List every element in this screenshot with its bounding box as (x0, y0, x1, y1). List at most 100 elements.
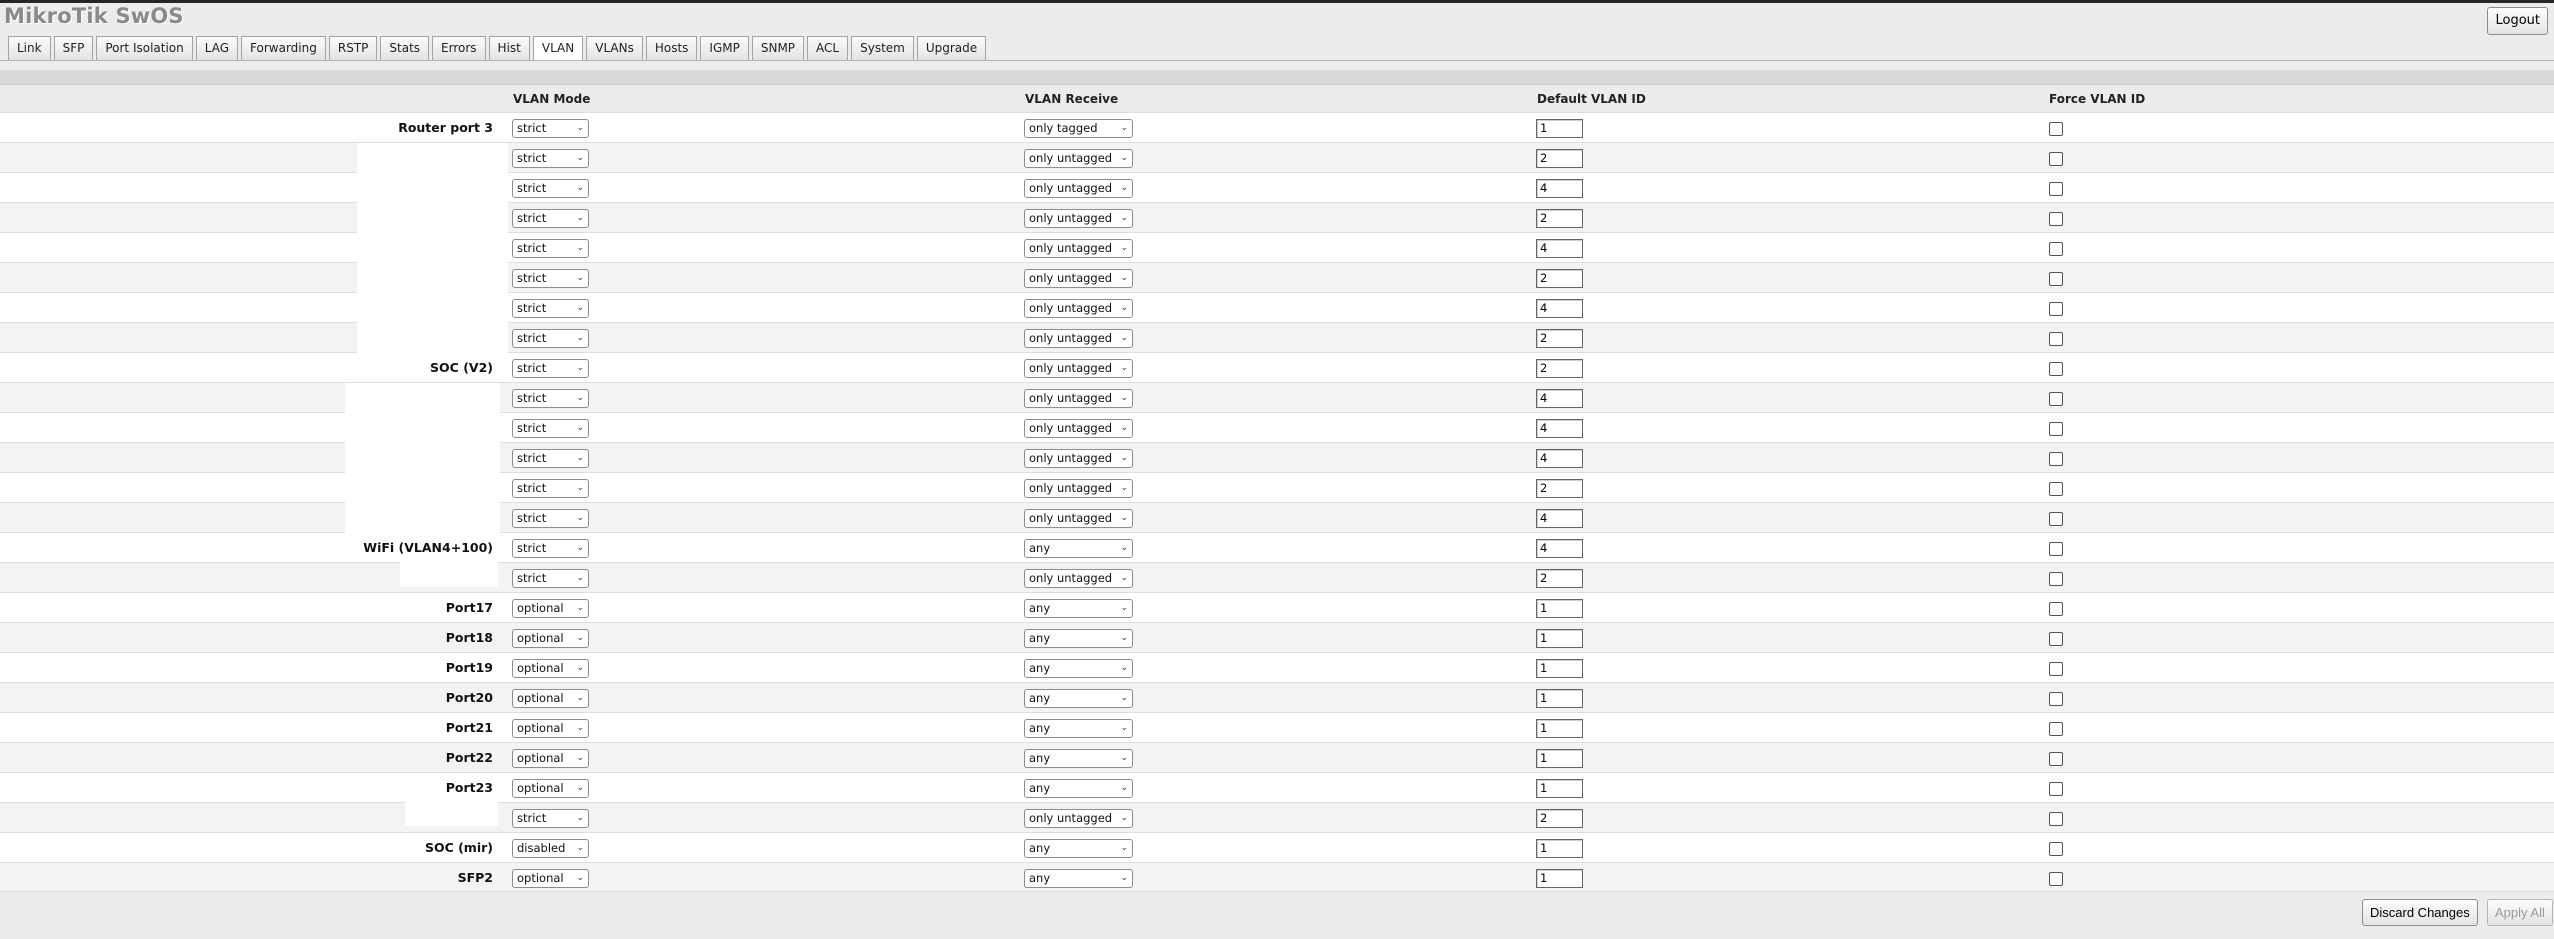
vlan-mode-select[interactable]: strict ⌄ (512, 299, 589, 318)
default-vlan-id-input[interactable]: 2 (1536, 359, 1583, 378)
tab-port-isolation[interactable]: Port Isolation (96, 36, 193, 60)
vlan-receive-select[interactable]: only untagged ⌄ (1024, 479, 1133, 498)
force-vlan-id-checkbox[interactable] (2049, 182, 2063, 196)
vlan-mode-select[interactable]: strict ⌄ (512, 809, 589, 828)
vlan-mode-select[interactable]: optional ⌄ (512, 869, 589, 888)
tab-rstp[interactable]: RSTP (328, 36, 378, 60)
vlan-receive-select[interactable]: only untagged ⌄ (1024, 269, 1133, 288)
default-vlan-id-input[interactable]: 1 (1536, 779, 1583, 798)
vlan-mode-select[interactable]: optional ⌄ (512, 659, 589, 678)
vlan-receive-select[interactable]: only untagged ⌄ (1024, 239, 1133, 258)
tab-errors[interactable]: Errors (432, 36, 486, 60)
default-vlan-id-input[interactable]: 1 (1536, 839, 1583, 858)
force-vlan-id-checkbox[interactable] (2049, 722, 2063, 736)
vlan-mode-select[interactable]: strict ⌄ (512, 359, 589, 378)
default-vlan-id-input[interactable]: 2 (1536, 149, 1583, 168)
force-vlan-id-checkbox[interactable] (2049, 872, 2063, 886)
vlan-mode-select[interactable]: strict ⌄ (512, 209, 589, 228)
tab-sfp[interactable]: SFP (53, 36, 94, 60)
vlan-receive-select[interactable]: only untagged ⌄ (1024, 569, 1133, 588)
vlan-receive-select[interactable]: only untagged ⌄ (1024, 359, 1133, 378)
default-vlan-id-input[interactable]: 4 (1536, 509, 1583, 528)
vlan-receive-select[interactable]: any ⌄ (1024, 749, 1133, 768)
vlan-mode-select[interactable]: optional ⌄ (512, 749, 589, 768)
default-vlan-id-input[interactable]: 1 (1536, 689, 1583, 708)
vlan-mode-select[interactable]: strict ⌄ (512, 269, 589, 288)
vlan-mode-select[interactable]: strict ⌄ (512, 119, 589, 138)
vlan-receive-select[interactable]: any ⌄ (1024, 869, 1133, 888)
default-vlan-id-input[interactable]: 1 (1536, 659, 1583, 678)
force-vlan-id-checkbox[interactable] (2049, 392, 2063, 406)
default-vlan-id-input[interactable]: 1 (1536, 119, 1583, 138)
vlan-mode-select[interactable]: strict ⌄ (512, 179, 589, 198)
vlan-receive-select[interactable]: only untagged ⌄ (1024, 299, 1133, 318)
force-vlan-id-checkbox[interactable] (2049, 572, 2063, 586)
default-vlan-id-input[interactable]: 4 (1536, 179, 1583, 198)
force-vlan-id-checkbox[interactable] (2049, 332, 2063, 346)
vlan-mode-select[interactable]: optional ⌄ (512, 779, 589, 798)
default-vlan-id-input[interactable]: 1 (1536, 869, 1583, 888)
tab-snmp[interactable]: SNMP (751, 36, 805, 60)
tab-vlans[interactable]: VLANs (586, 36, 643, 60)
force-vlan-id-checkbox[interactable] (2049, 812, 2063, 826)
force-vlan-id-checkbox[interactable] (2049, 122, 2063, 136)
vlan-mode-select[interactable]: optional ⌄ (512, 719, 589, 738)
force-vlan-id-checkbox[interactable] (2049, 512, 2063, 526)
tab-link[interactable]: Link (8, 36, 51, 60)
logout-button[interactable]: Logout (2487, 7, 2548, 35)
vlan-mode-select[interactable]: disabled ⌄ (512, 839, 589, 858)
tab-vlan[interactable]: VLAN (532, 36, 584, 60)
vlan-mode-select[interactable]: strict ⌄ (512, 329, 589, 348)
default-vlan-id-input[interactable]: 1 (1536, 749, 1583, 768)
vlan-receive-select[interactable]: only untagged ⌄ (1024, 209, 1133, 228)
tab-lag[interactable]: LAG (195, 36, 239, 60)
force-vlan-id-checkbox[interactable] (2049, 212, 2063, 226)
vlan-mode-select[interactable]: strict ⌄ (512, 569, 589, 588)
discard-changes-button[interactable]: Discard Changes (2362, 899, 2478, 926)
vlan-mode-select[interactable]: strict ⌄ (512, 449, 589, 468)
default-vlan-id-input[interactable]: 2 (1536, 269, 1583, 288)
vlan-receive-select[interactable]: any ⌄ (1024, 839, 1133, 858)
vlan-receive-select[interactable]: any ⌄ (1024, 779, 1133, 798)
default-vlan-id-input[interactable]: 1 (1536, 719, 1583, 738)
vlan-mode-select[interactable]: optional ⌄ (512, 689, 589, 708)
force-vlan-id-checkbox[interactable] (2049, 452, 2063, 466)
tab-hosts[interactable]: Hosts (645, 36, 698, 60)
vlan-receive-select[interactable]: only untagged ⌄ (1024, 329, 1133, 348)
vlan-mode-select[interactable]: strict ⌄ (512, 509, 589, 528)
vlan-mode-select[interactable]: strict ⌄ (512, 239, 589, 258)
tab-upgrade[interactable]: Upgrade (916, 36, 987, 60)
force-vlan-id-checkbox[interactable] (2049, 242, 2063, 256)
force-vlan-id-checkbox[interactable] (2049, 482, 2063, 496)
vlan-receive-select[interactable]: any ⌄ (1024, 689, 1133, 708)
vlan-receive-select[interactable]: any ⌄ (1024, 659, 1133, 678)
vlan-receive-select[interactable]: any ⌄ (1024, 629, 1133, 648)
default-vlan-id-input[interactable]: 2 (1536, 479, 1583, 498)
vlan-receive-select[interactable]: only untagged ⌄ (1024, 419, 1133, 438)
force-vlan-id-checkbox[interactable] (2049, 662, 2063, 676)
default-vlan-id-input[interactable]: 1 (1536, 599, 1583, 618)
vlan-receive-select[interactable]: only untagged ⌄ (1024, 509, 1133, 528)
vlan-mode-select[interactable]: optional ⌄ (512, 629, 589, 648)
default-vlan-id-input[interactable]: 2 (1536, 569, 1583, 588)
force-vlan-id-checkbox[interactable] (2049, 692, 2063, 706)
vlan-receive-select[interactable]: any ⌄ (1024, 539, 1133, 558)
default-vlan-id-input[interactable]: 4 (1536, 419, 1583, 438)
tab-hist[interactable]: Hist (488, 36, 530, 60)
vlan-mode-select[interactable]: optional ⌄ (512, 599, 589, 618)
default-vlan-id-input[interactable]: 4 (1536, 389, 1583, 408)
vlan-mode-select[interactable]: strict ⌄ (512, 539, 589, 558)
vlan-mode-select[interactable]: strict ⌄ (512, 389, 589, 408)
force-vlan-id-checkbox[interactable] (2049, 602, 2063, 616)
force-vlan-id-checkbox[interactable] (2049, 422, 2063, 436)
force-vlan-id-checkbox[interactable] (2049, 632, 2063, 646)
default-vlan-id-input[interactable]: 2 (1536, 809, 1583, 828)
default-vlan-id-input[interactable]: 4 (1536, 299, 1583, 318)
default-vlan-id-input[interactable]: 2 (1536, 329, 1583, 348)
tab-igmp[interactable]: IGMP (700, 36, 749, 60)
vlan-receive-select[interactable]: only tagged ⌄ (1024, 119, 1133, 138)
vlan-receive-select[interactable]: only untagged ⌄ (1024, 809, 1133, 828)
vlan-receive-select[interactable]: any ⌄ (1024, 599, 1133, 618)
force-vlan-id-checkbox[interactable] (2049, 272, 2063, 286)
force-vlan-id-checkbox[interactable] (2049, 362, 2063, 376)
